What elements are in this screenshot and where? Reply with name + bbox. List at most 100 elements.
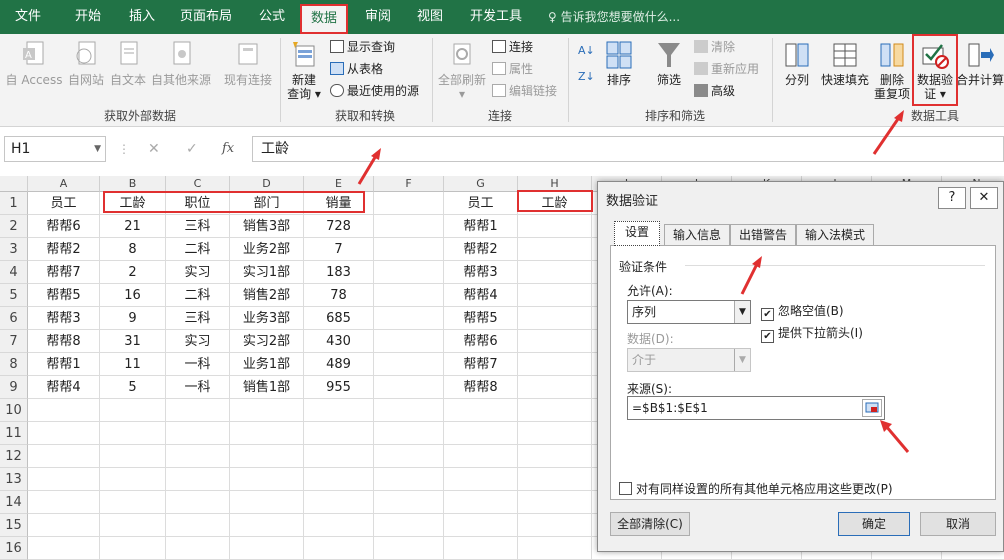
table-cell[interactable] [374,376,444,399]
table-cell[interactable]: 帮帮8 [28,330,100,353]
table-cell[interactable] [166,399,230,422]
table-cell[interactable]: 工龄 [518,192,592,215]
table-cell[interactable]: 16 [100,284,166,307]
table-cell[interactable]: 销售2部 [230,284,304,307]
table-cell[interactable]: 销售3部 [230,215,304,238]
tab-data[interactable]: 数据 [300,4,348,34]
table-cell[interactable] [28,468,100,491]
table-cell[interactable] [230,514,304,537]
table-cell[interactable]: 三科 [166,215,230,238]
sort-button[interactable]: 排序 [602,40,636,87]
table-cell[interactable]: 帮帮6 [28,215,100,238]
advanced-filter-button[interactable]: 高级 [694,82,735,100]
table-cell[interactable] [100,399,166,422]
table-cell[interactable] [166,491,230,514]
new-query-button[interactable]: 新建 查询 ▾ [284,40,324,101]
table-cell[interactable]: 帮帮4 [444,284,518,307]
table-cell[interactable] [304,537,374,560]
from-access-button[interactable]: A 自 Access [4,40,64,87]
tab-view[interactable]: 视图 [404,0,456,34]
table-cell[interactable] [518,215,592,238]
ignore-blank-checkbox[interactable]: ✔ 忽略空值(B) [761,304,844,321]
table-cell[interactable]: 实习 [166,261,230,284]
table-cell[interactable]: 销量 [304,192,374,215]
column-header[interactable]: D [230,176,304,192]
properties-button[interactable]: 属性 [492,60,533,78]
table-cell[interactable]: 业务2部 [230,238,304,261]
formula-input[interactable]: 工龄 [252,136,1004,162]
tab-insert[interactable]: 插入 [116,0,168,34]
existing-connections-button[interactable]: 现有连接 [220,40,276,87]
table-cell[interactable]: 11 [100,353,166,376]
table-cell[interactable] [230,422,304,445]
table-cell[interactable] [28,491,100,514]
table-cell[interactable] [374,261,444,284]
table-cell[interactable]: 三科 [166,307,230,330]
tab-developer[interactable]: 开发工具 [460,0,532,34]
table-cell[interactable]: 一科 [166,353,230,376]
enter-icon[interactable]: ✓ [186,136,198,162]
table-cell[interactable] [28,537,100,560]
table-cell[interactable]: 31 [100,330,166,353]
row-header[interactable]: 4 [0,261,28,284]
table-cell[interactable] [100,422,166,445]
table-cell[interactable] [100,491,166,514]
tab-error-alert[interactable]: 出错警告 [730,224,796,245]
table-cell[interactable] [374,353,444,376]
table-cell[interactable] [230,537,304,560]
table-cell[interactable]: 685 [304,307,374,330]
table-cell[interactable]: 帮帮6 [444,330,518,353]
show-query-button[interactable]: 显示查询 [330,38,395,56]
table-cell[interactable]: 部门 [230,192,304,215]
row-header[interactable]: 16 [0,537,28,560]
table-cell[interactable] [444,445,518,468]
table-cell[interactable]: 员工 [28,192,100,215]
table-cell[interactable] [518,422,592,445]
table-cell[interactable]: 实习2部 [230,330,304,353]
clear-filter-button[interactable]: 清除 [694,38,735,56]
row-header[interactable]: 13 [0,468,28,491]
table-cell[interactable] [518,399,592,422]
filter-button[interactable]: 筛选 [650,40,688,87]
table-cell[interactable] [304,445,374,468]
row-header[interactable]: 3 [0,238,28,261]
table-cell[interactable] [374,192,444,215]
row-header[interactable]: 6 [0,307,28,330]
text-to-columns-button[interactable]: 分列 [778,40,816,87]
from-web-button[interactable]: 自网站 [64,40,108,87]
table-cell[interactable] [374,399,444,422]
table-cell[interactable] [230,468,304,491]
table-cell[interactable] [518,376,592,399]
connections-button[interactable]: 连接 [492,38,533,56]
edit-links-button[interactable]: 编辑链接 [492,82,557,100]
table-cell[interactable] [166,514,230,537]
table-cell[interactable] [518,330,592,353]
table-cell[interactable]: 实习 [166,330,230,353]
apply-to-all-checkbox[interactable]: 对有同样设置的所有其他单元格应用这些更改(P) [619,482,893,496]
table-cell[interactable] [28,514,100,537]
table-cell[interactable] [444,399,518,422]
tab-formulas[interactable]: 公式 [246,0,298,34]
row-header[interactable]: 11 [0,422,28,445]
collapse-dialog-icon[interactable] [862,399,882,417]
table-cell[interactable] [374,238,444,261]
table-cell[interactable]: 实习1部 [230,261,304,284]
column-header[interactable]: H [518,176,592,192]
refresh-all-button[interactable]: 全部刷新 ▾ [436,40,488,101]
table-cell[interactable] [518,537,592,560]
cancel-button[interactable]: 取消 [920,512,996,536]
table-cell[interactable]: 帮帮3 [444,261,518,284]
clear-all-button[interactable]: 全部清除(C) [610,512,690,536]
table-cell[interactable] [230,399,304,422]
row-header[interactable]: 12 [0,445,28,468]
table-cell[interactable] [374,445,444,468]
help-button[interactable]: ? [938,187,966,209]
table-cell[interactable] [374,215,444,238]
tab-home[interactable]: 开始 [60,0,116,34]
table-cell[interactable]: 帮帮1 [444,215,518,238]
sort-az-icon[interactable]: A↓ Z↓ [576,40,602,86]
table-cell[interactable]: 8 [100,238,166,261]
table-cell[interactable] [100,468,166,491]
table-cell[interactable] [518,468,592,491]
table-cell[interactable]: 职位 [166,192,230,215]
